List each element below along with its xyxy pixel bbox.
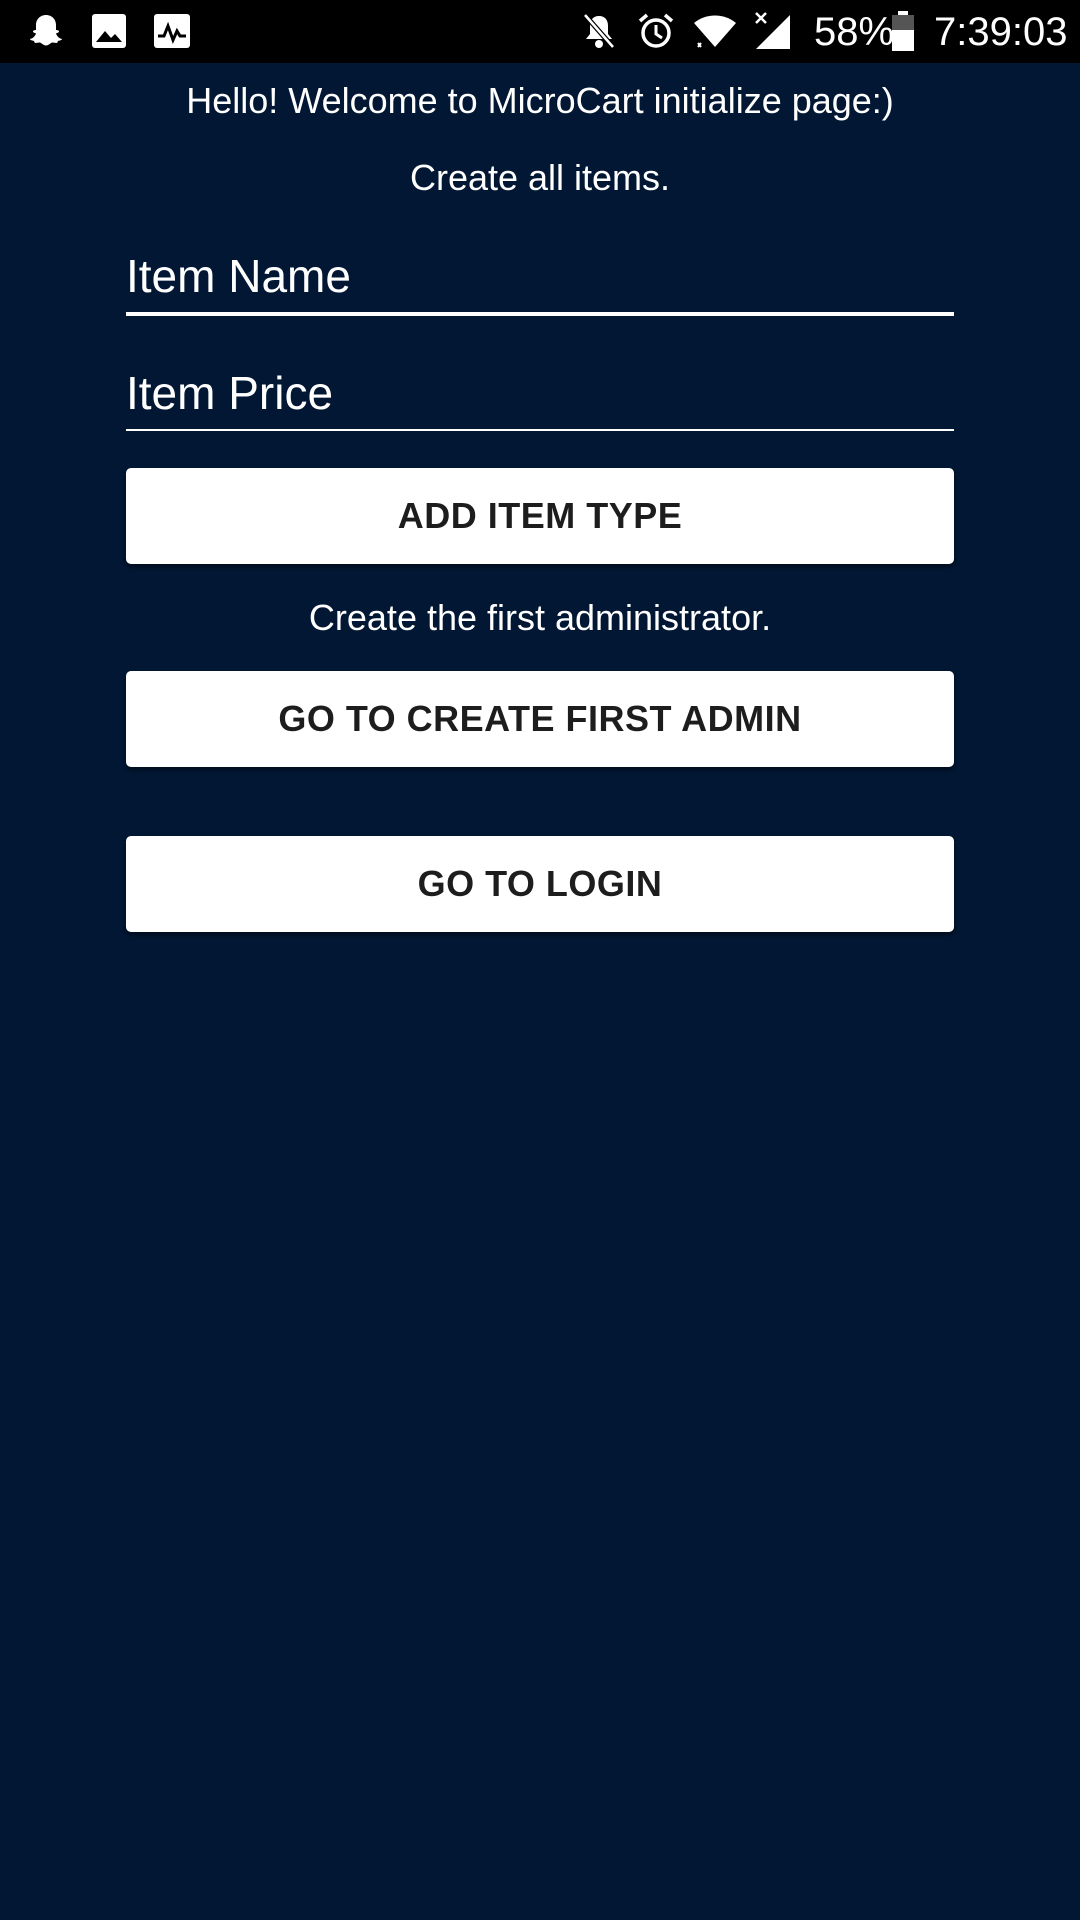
login-button[interactable]: GO TO LOGIN bbox=[126, 836, 954, 932]
cellular-signal-icon bbox=[755, 12, 790, 49]
mute-notifications-icon bbox=[583, 13, 615, 49]
status-bar: 58% 7:39:03 bbox=[0, 0, 1080, 63]
item-price-underline bbox=[126, 429, 954, 431]
snapchat-icon bbox=[30, 15, 62, 46]
create-admin-heading: Create the first administrator. bbox=[308, 597, 772, 638]
create-first-admin-button[interactable]: GO TO CREATE FIRST ADMIN bbox=[126, 671, 954, 767]
microcart-init-page: Hello! Welcome to MicroCart initialize p… bbox=[0, 63, 1080, 1920]
battery-icon bbox=[892, 11, 914, 51]
item-name-input[interactable] bbox=[126, 241, 954, 311]
battery-percent: 58% bbox=[814, 10, 895, 54]
create-items-heading: Create all items. bbox=[409, 157, 671, 198]
item-price-input[interactable] bbox=[126, 358, 954, 428]
welcome-message: Hello! Welcome to MicroCart initialize p… bbox=[186, 80, 894, 121]
add-item-type-button[interactable]: ADD ITEM TYPE bbox=[126, 468, 954, 564]
gallery-icon bbox=[92, 14, 126, 48]
alarm-icon bbox=[638, 13, 674, 48]
item-name-underline bbox=[126, 312, 954, 316]
activity-icon bbox=[154, 14, 190, 48]
wifi-icon bbox=[694, 15, 736, 48]
status-time: 7:39:03 bbox=[934, 10, 1068, 54]
